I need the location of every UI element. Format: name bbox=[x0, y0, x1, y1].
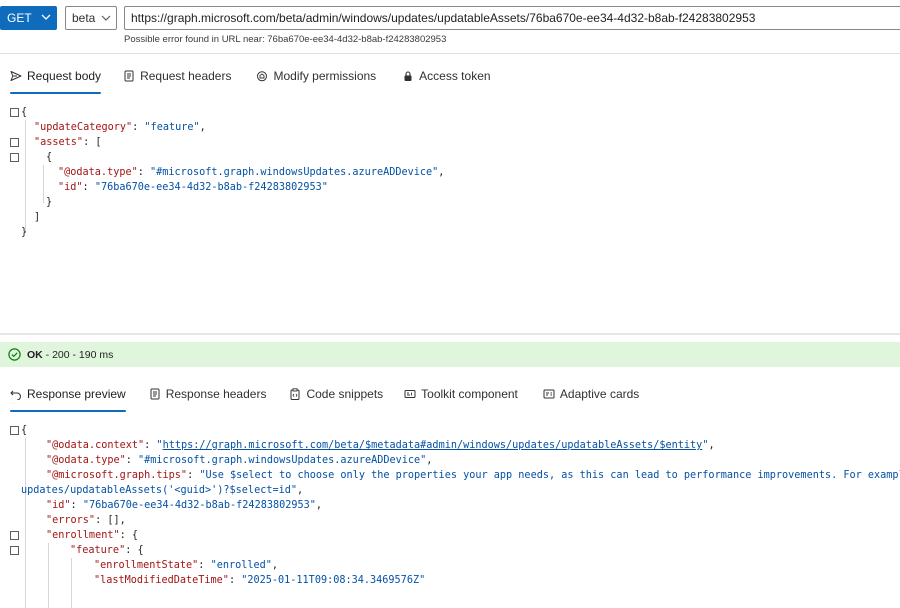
tab-response-headers[interactable]: Response headers bbox=[149, 376, 267, 412]
tab-label: Code snippets bbox=[306, 387, 384, 401]
response-status-bar: OK - 200 - 190 ms bbox=[0, 342, 900, 367]
tab-label: Response preview bbox=[27, 387, 126, 401]
tab-request-headers[interactable]: Request headers bbox=[123, 58, 231, 94]
code-line: "id": "76ba670e-ee34-4d32-b8ab-f24283802… bbox=[46, 500, 323, 511]
code-line: "id": "76ba670e-ee34-4d32-b8ab-f24283802… bbox=[58, 182, 328, 193]
code-line: ] bbox=[34, 212, 41, 223]
code-line: "lastModifiedDateTime": "2025-01-11T09:0… bbox=[94, 575, 426, 586]
request-bar: GET beta https://graph.microsoft.com/bet… bbox=[0, 0, 900, 54]
url-error-hint: Possible error found in URL near: 76ba67… bbox=[124, 34, 447, 45]
document-icon bbox=[150, 388, 160, 400]
response-preview-editor[interactable]: { "@odata.context": "https://graph.micro… bbox=[0, 423, 900, 608]
tab-access-token[interactable]: Access token bbox=[402, 58, 491, 94]
code-line: } bbox=[46, 197, 53, 208]
tab-label: Modify permissions bbox=[273, 69, 377, 83]
code-line: updates/updatableAssets('<guid>')?$selec… bbox=[21, 485, 304, 496]
tab-toolkit-component[interactable]: Toolkit component bbox=[404, 376, 518, 412]
code-line: "updateCategory": "feature", bbox=[34, 122, 206, 133]
shield-icon bbox=[257, 71, 268, 82]
tab-label: Access token bbox=[419, 69, 491, 83]
code-line: { bbox=[21, 107, 28, 118]
url-text: https://graph.microsoft.com/beta/admin/w… bbox=[131, 11, 756, 25]
send-icon bbox=[10, 71, 22, 81]
tab-label: Adaptive cards bbox=[559, 387, 640, 401]
status-detail: - 200 - 190 ms bbox=[45, 348, 114, 361]
code-line: "@odata.type": "#microsoft.graph.windows… bbox=[58, 167, 445, 178]
code-line: "@odata.type": "#microsoft.graph.windows… bbox=[46, 455, 433, 466]
http-method-label: GET bbox=[7, 11, 32, 25]
url-input[interactable]: https://graph.microsoft.com/beta/admin/w… bbox=[124, 6, 900, 30]
status-ok: OK bbox=[27, 348, 43, 361]
tab-label: Response headers bbox=[165, 387, 267, 401]
request-tabs: Request body Request headers Modify perm… bbox=[0, 58, 900, 94]
tab-request-body[interactable]: Request body bbox=[10, 58, 102, 94]
code-line: "errors": [], bbox=[46, 515, 126, 526]
api-version-dropdown[interactable]: beta bbox=[65, 6, 117, 30]
chevron-down-icon bbox=[101, 15, 111, 21]
code-line: "enrollment": { bbox=[46, 530, 139, 541]
tab-label: Request headers bbox=[140, 69, 232, 83]
document-icon bbox=[124, 70, 134, 82]
tab-response-preview[interactable]: Response preview bbox=[10, 376, 126, 412]
http-method-dropdown[interactable]: GET bbox=[0, 6, 57, 30]
code-line: } bbox=[21, 227, 28, 238]
card-icon bbox=[543, 389, 555, 399]
toolkit-icon bbox=[404, 390, 416, 398]
tab-code-snippets[interactable]: Code snippets bbox=[289, 376, 383, 412]
response-tabs: Response preview Response headers Code s… bbox=[0, 376, 900, 412]
undo-arrow-icon bbox=[10, 390, 21, 400]
odata-context-link[interactable]: https://graph.microsoft.com/beta/$metada… bbox=[163, 440, 703, 451]
tab-label: Request body bbox=[27, 69, 102, 83]
tab-adaptive-cards[interactable]: Adaptive cards bbox=[543, 376, 639, 412]
tab-label: Toolkit component bbox=[421, 387, 518, 401]
request-body-editor[interactable]: { "updateCategory": "feature", "assets":… bbox=[0, 105, 900, 333]
tab-modify-permissions[interactable]: Modify permissions bbox=[256, 58, 376, 94]
check-circle-icon bbox=[8, 348, 21, 361]
code-line: "enrollmentState": "enrolled", bbox=[94, 560, 279, 571]
code-line: "assets": [ bbox=[34, 137, 102, 148]
code-line: { bbox=[21, 425, 28, 436]
api-version-label: beta bbox=[72, 11, 96, 25]
pane-splitter[interactable] bbox=[0, 333, 900, 335]
lock-icon bbox=[404, 71, 412, 81]
clipboard-icon bbox=[290, 388, 300, 400]
code-line: "feature": { bbox=[70, 545, 144, 556]
code-line: "@odata.context": "https://graph.microso… bbox=[46, 440, 715, 451]
chevron-down-icon bbox=[41, 14, 51, 20]
code-line: "@microsoft.graph.tips": "Use $select to… bbox=[46, 470, 900, 481]
code-line: { bbox=[46, 152, 53, 163]
